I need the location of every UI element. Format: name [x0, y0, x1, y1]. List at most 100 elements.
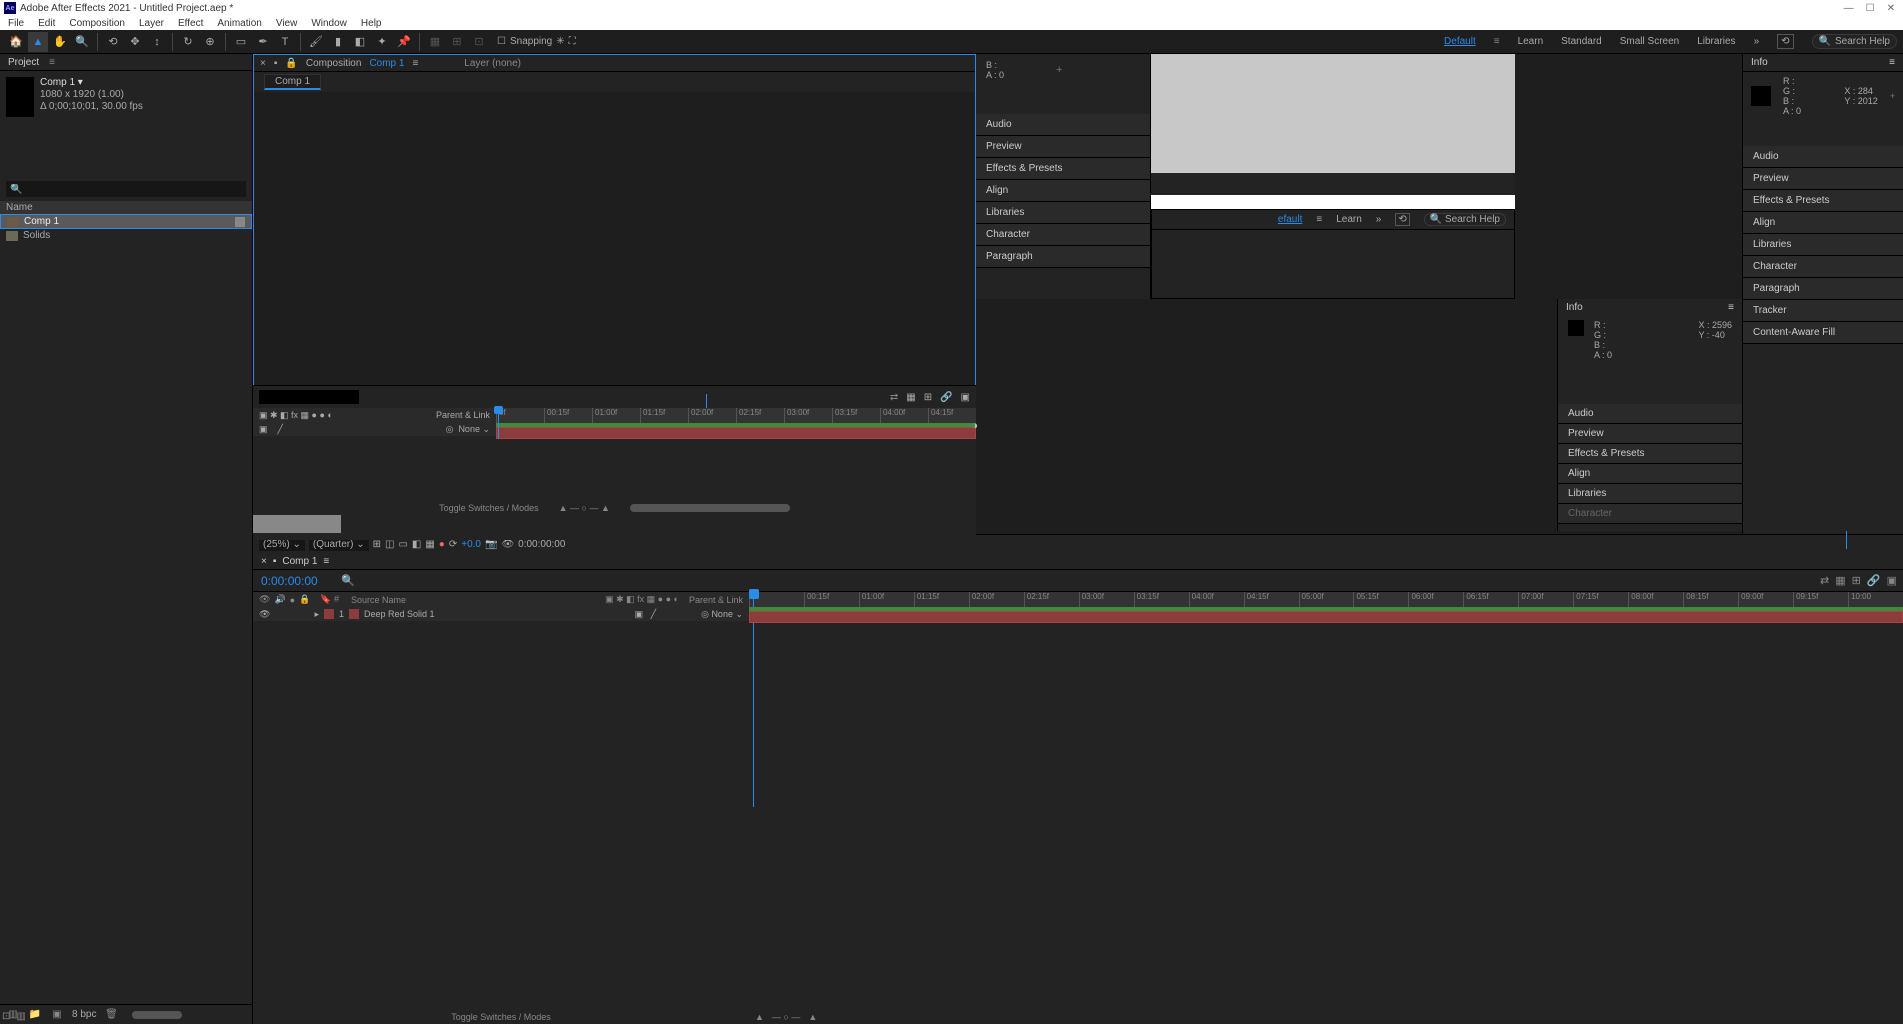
- video-toggle-icon[interactable]: 👁: [259, 594, 270, 605]
- panel-effects[interactable]: Effects & Presets: [976, 158, 1150, 180]
- roto-tool-icon[interactable]: ✦: [372, 32, 392, 52]
- new-comp-icon[interactable]: ▣: [50, 1009, 64, 1021]
- clone-tool-icon[interactable]: ▮: [328, 32, 348, 52]
- rotation-tool-icon[interactable]: ↻: [178, 32, 198, 52]
- lock-toggle-icon[interactable]: 🔒: [299, 594, 310, 605]
- info-menu-icon[interactable]: ≡: [1889, 57, 1895, 68]
- panel-character[interactable]: Character: [976, 224, 1150, 246]
- playhead-icon[interactable]: [749, 589, 759, 599]
- exposure2-value[interactable]: +0.0: [461, 539, 481, 550]
- solo-icon[interactable]: ▪: [274, 58, 278, 69]
- snapping-checkbox[interactable]: ☐: [497, 36, 506, 47]
- layer-duration-bar[interactable]: [749, 611, 1903, 623]
- nested-zoom-slider[interactable]: [630, 504, 790, 512]
- nested-playhead-icon[interactable]: [494, 406, 503, 414]
- search-help[interactable]: 🔍 Search Help: [1812, 34, 1897, 49]
- 3d2-icon[interactable]: ▦: [425, 539, 434, 550]
- tl-icon-frame-blend[interactable]: ▦: [1835, 574, 1845, 587]
- col-parent-link[interactable]: Parent & Link: [689, 595, 743, 605]
- region2-icon[interactable]: ▭: [398, 539, 407, 550]
- pan-tool-icon[interactable]: ✥: [125, 32, 145, 52]
- time-ruler[interactable]: 0f00:15f01:00f01:15f02:00f02:15f03:00f03…: [749, 592, 1903, 607]
- nested-tl-icon3[interactable]: ⊞: [924, 392, 932, 403]
- close-tab-icon[interactable]: ×: [260, 58, 266, 69]
- tl-icon-motion-blur[interactable]: ⊞: [1852, 574, 1861, 587]
- anchor-tool-icon[interactable]: ⊕: [200, 32, 220, 52]
- menu-layer[interactable]: Layer: [139, 18, 164, 29]
- nested-info-menu-icon[interactable]: ≡: [1728, 302, 1734, 313]
- right-panel-content-aware[interactable]: Content-Aware Fill: [1743, 322, 1903, 344]
- panel-align[interactable]: Align: [976, 180, 1150, 202]
- solo-toggle-icon[interactable]: ●: [290, 595, 295, 605]
- right-panel-tracker[interactable]: Tracker: [1743, 300, 1903, 322]
- nested-info-tab[interactable]: Info: [1566, 302, 1583, 313]
- minimize-icon[interactable]: —: [1844, 3, 1854, 14]
- timeline-tab-menu-icon[interactable]: ≡: [323, 556, 329, 567]
- nested-layer-row[interactable]: ▣ ╱ ◎ None ⌄: [253, 422, 496, 436]
- project-item-comp1[interactable]: Comp 1: [0, 214, 252, 229]
- nested-panel-audio[interactable]: Audio: [1558, 404, 1742, 424]
- menu-edit[interactable]: Edit: [38, 18, 55, 29]
- nested-end-marker-icon[interactable]: ◑: [971, 420, 978, 432]
- panel-menu-icon[interactable]: ≡: [49, 57, 55, 68]
- timeline-close-icon[interactable]: ×: [261, 556, 267, 567]
- viewer-menu-icon[interactable]: ≡: [412, 58, 418, 69]
- workspace-more-icon[interactable]: »: [1754, 36, 1760, 47]
- workspace-default-menu-icon[interactable]: ≡: [1494, 36, 1500, 47]
- panel-preview[interactable]: Preview: [976, 136, 1150, 158]
- nested-tl-icon5[interactable]: ▣: [961, 392, 970, 403]
- viewer-subtab-comp1[interactable]: Comp 1: [264, 74, 321, 90]
- tl-icon-shy[interactable]: ⇄: [1820, 574, 1829, 587]
- reset-workspace-icon[interactable]: ⟲: [1777, 34, 1793, 49]
- orbit-tool-icon[interactable]: ⟲: [103, 32, 123, 52]
- rectangle-tool-icon[interactable]: ▭: [231, 32, 251, 52]
- menu-window[interactable]: Window: [311, 18, 347, 29]
- project-tab[interactable]: Project≡: [0, 54, 252, 71]
- workspace-default[interactable]: Default: [1444, 36, 1476, 47]
- nested-search-help[interactable]: 🔍 Search Help: [1424, 213, 1506, 226]
- audio-toggle-icon[interactable]: 🔊: [274, 594, 285, 605]
- nested-tl-icon2[interactable]: ▦: [906, 392, 915, 403]
- tl-zoom-in-icon[interactable]: ▲: [808, 1012, 817, 1022]
- right-panel-paragraph[interactable]: Paragraph: [1743, 278, 1903, 300]
- nested-ws-more-icon[interactable]: »: [1376, 214, 1382, 225]
- new-folder-icon[interactable]: 📁: [28, 1009, 42, 1021]
- tl-icon-render[interactable]: ▣: [1887, 574, 1897, 587]
- nested-workspace-learn[interactable]: Learn: [1336, 214, 1362, 225]
- right-panel-preview[interactable]: Preview: [1743, 168, 1903, 190]
- home-icon[interactable]: 🏠: [6, 32, 26, 52]
- nested-reset-icon[interactable]: ⟲: [1395, 213, 1409, 226]
- hand-tool-icon[interactable]: ✋: [50, 32, 70, 52]
- maximize-icon[interactable]: ☐: [1866, 3, 1875, 14]
- brush-tool-icon[interactable]: 🖌: [306, 32, 326, 52]
- menu-file[interactable]: File: [8, 18, 24, 29]
- project-item-solids[interactable]: Solids: [0, 229, 252, 242]
- selection-tool-icon[interactable]: ▲: [28, 32, 48, 52]
- right-panel-audio[interactable]: Audio: [1743, 146, 1903, 168]
- pen-tool-icon[interactable]: ✒: [253, 32, 273, 52]
- snap-opt1-icon[interactable]: ✳: [556, 36, 564, 47]
- project-search-input[interactable]: [6, 181, 246, 197]
- col-source-name[interactable]: Source Name: [351, 595, 406, 605]
- snap-opt2-icon[interactable]: ⛶: [569, 36, 576, 47]
- viewer2-time[interactable]: 0:00:00:00: [518, 539, 565, 550]
- info-tab[interactable]: Info: [1751, 57, 1768, 68]
- lock-icon[interactable]: 🔒: [285, 58, 297, 69]
- parent-none-dropdown[interactable]: None: [711, 609, 733, 619]
- toggle-switches-button[interactable]: Toggle Switches / Modes: [451, 1012, 551, 1022]
- right-panel-align[interactable]: Align: [1743, 212, 1903, 234]
- right-panel-character[interactable]: Character: [1743, 256, 1903, 278]
- close-icon[interactable]: ✕: [1887, 3, 1895, 14]
- viewer-tab-comp[interactable]: Comp 1: [369, 58, 404, 69]
- channel2-icon[interactable]: ●: [439, 539, 445, 550]
- layer-color-chip[interactable]: [324, 609, 334, 619]
- dolly-tool-icon[interactable]: ↕: [147, 32, 167, 52]
- transparency2-icon[interactable]: ◧: [412, 539, 421, 550]
- mask2-icon[interactable]: ◫: [385, 539, 394, 550]
- project-zoom-slider[interactable]: [132, 1011, 182, 1019]
- timeline-tab-comp1[interactable]: Comp 1: [282, 556, 317, 567]
- snapshot2-icon[interactable]: 📷: [485, 539, 497, 550]
- right-panel-effects[interactable]: Effects & Presets: [1743, 190, 1903, 212]
- nested-white-canvas[interactable]: efault ≡ Learn » ⟲ 🔍 Search Help: [1151, 54, 1515, 299]
- delete-icon[interactable]: 🗑: [104, 1009, 118, 1021]
